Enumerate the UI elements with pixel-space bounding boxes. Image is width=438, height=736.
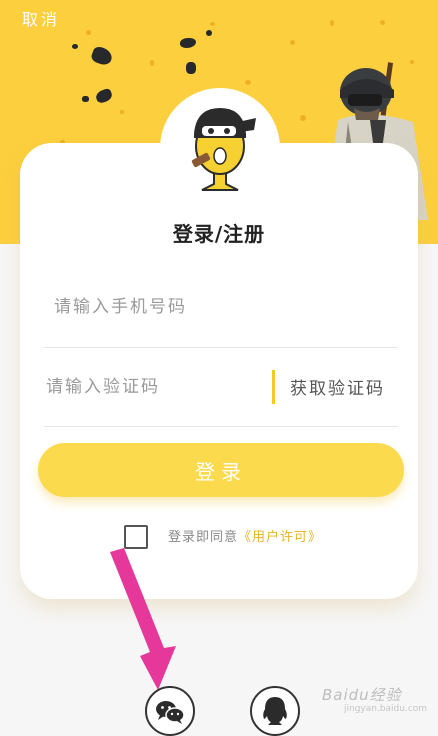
cancel-button[interactable]: 取消: [22, 6, 60, 30]
baidu-watermark: Baidu经验: [322, 686, 402, 704]
get-code-button[interactable]: 获取验证码: [290, 374, 385, 399]
agreement-checkbox[interactable]: [124, 525, 148, 549]
pointer-arrow-icon: [110, 548, 176, 690]
phone-divider: [44, 347, 398, 348]
login-title: 登录/注册: [172, 222, 266, 246]
microphone-mascot-logo: [191, 108, 256, 191]
login-button[interactable]: 登录: [38, 443, 404, 497]
phone-input[interactable]: [54, 292, 394, 322]
code-separator: [272, 370, 275, 404]
wechat-login-button[interactable]: [145, 686, 195, 736]
qq-login-button[interactable]: [250, 686, 300, 736]
code-divider: [44, 426, 398, 427]
wechat-icon: [156, 701, 185, 724]
qq-icon: [263, 697, 287, 725]
user-license-link[interactable]: 《用户许可》: [238, 530, 322, 545]
agreement-text: 登录即同意《用户许可》: [168, 526, 322, 545]
agreement-label: 登录即同意: [168, 530, 239, 545]
watermark-url: jingyan.baidu.com: [344, 704, 428, 714]
verification-code-input[interactable]: [46, 372, 256, 402]
